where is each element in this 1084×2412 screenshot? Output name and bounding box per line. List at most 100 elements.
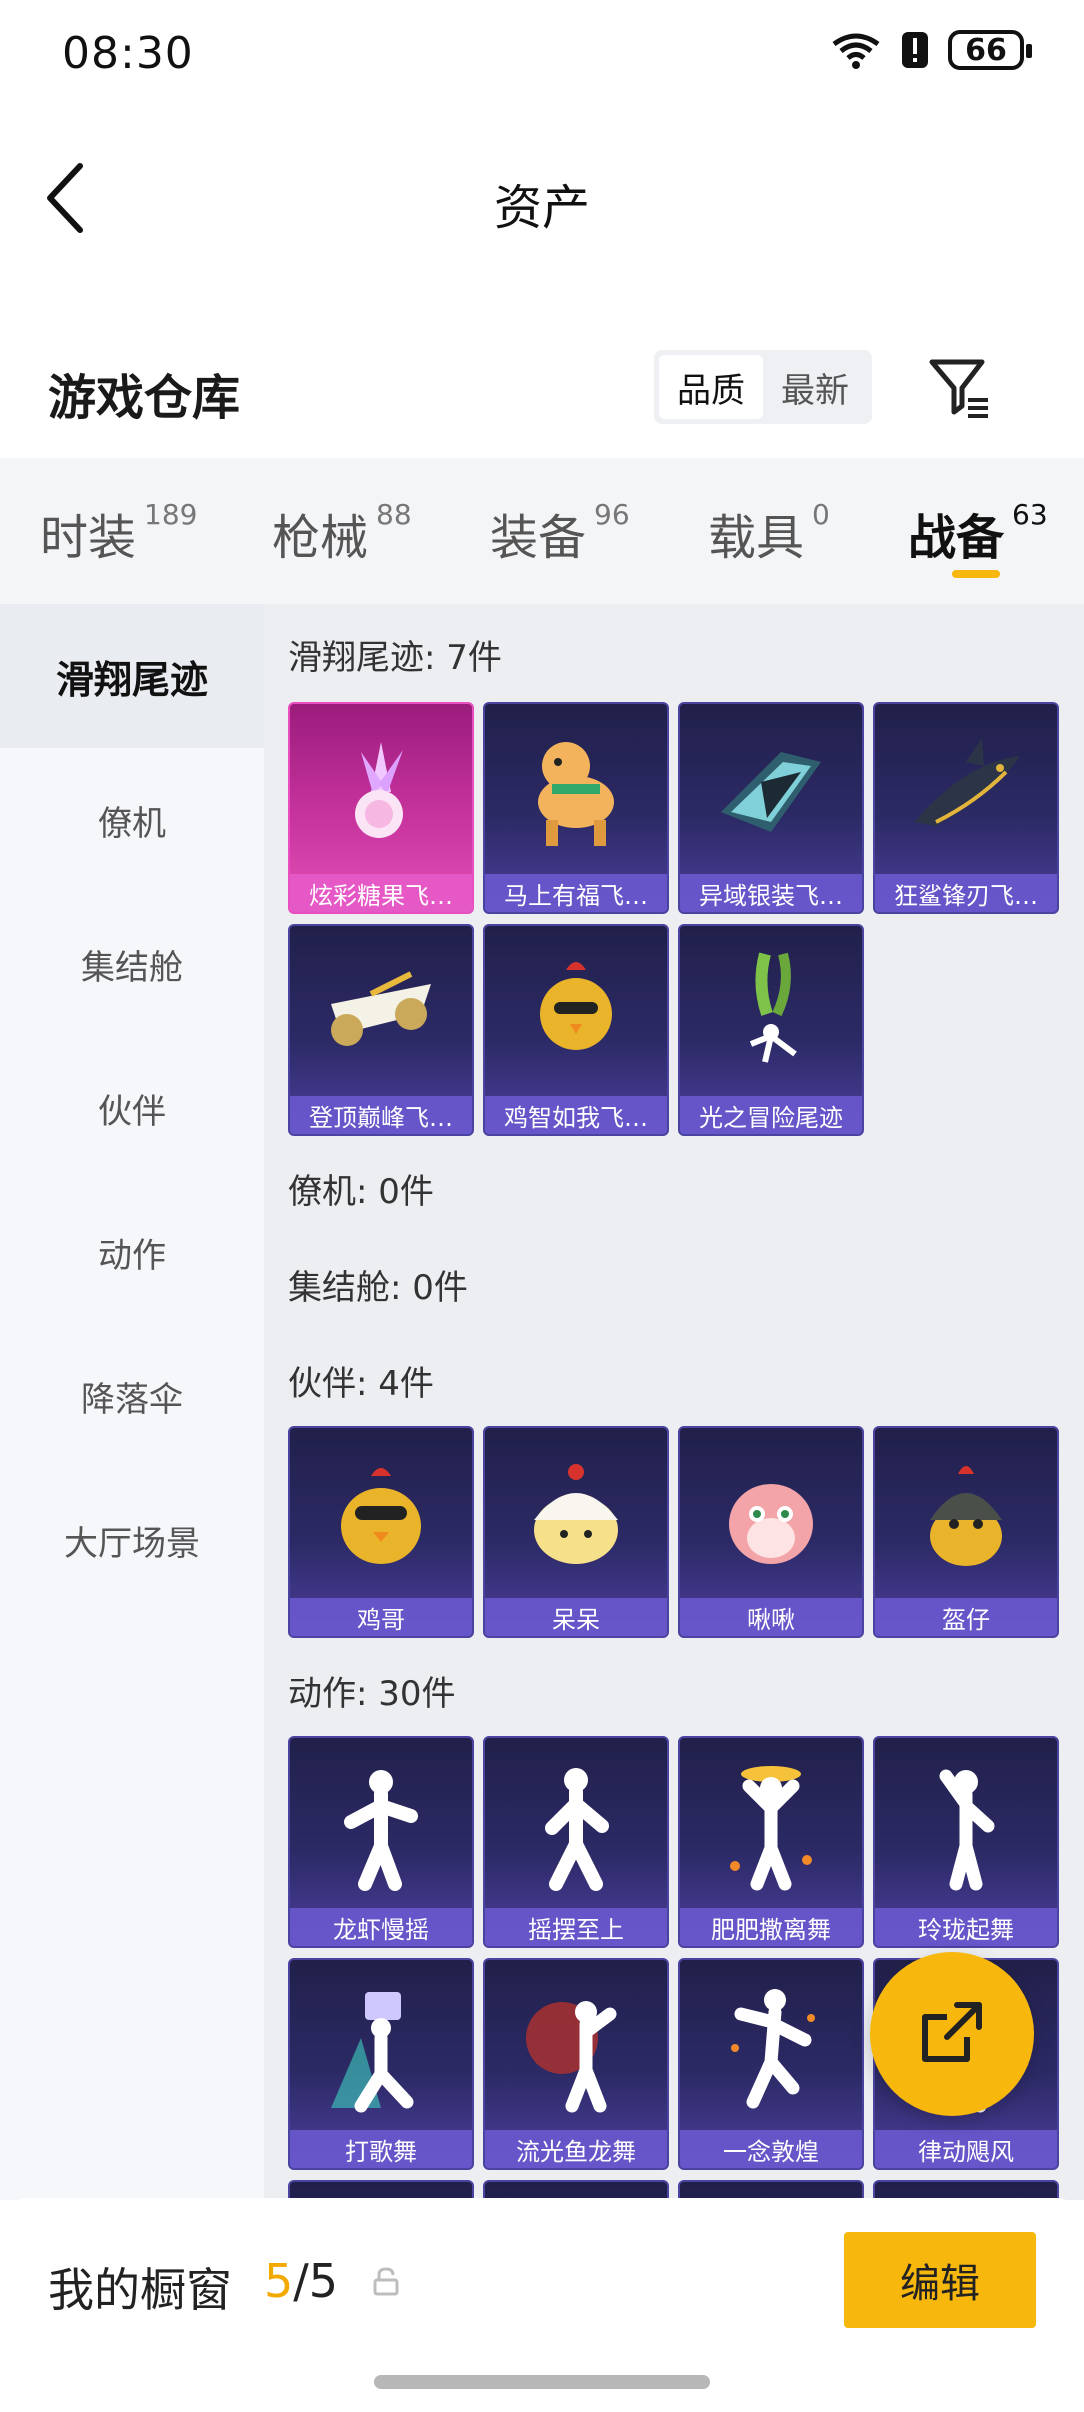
item-card[interactable] xyxy=(873,2180,1059,2200)
item-card[interactable]: 摇摆至上 xyxy=(483,1736,669,1948)
item-card[interactable]: 炫彩糖果飞… xyxy=(288,702,474,914)
section-title-capsule: 集结舱: 0件 xyxy=(288,1268,468,1308)
category-tabs: 时装 189 枪械 88 装备 96 载具 0 战备 63 xyxy=(0,458,1084,604)
tab-count: 63 xyxy=(1012,498,1048,531)
candy-trail-art xyxy=(290,704,472,880)
dancer-figure-art xyxy=(485,1960,667,2136)
item-card[interactable]: 啾啾 xyxy=(678,1426,864,1638)
active-tab-indicator xyxy=(952,570,1000,578)
showcase-used-count: 5 xyxy=(264,2254,294,2308)
sidebar-item-partners[interactable]: 伙伴 xyxy=(0,1036,264,1180)
tab-equipment[interactable]: 装备 96 xyxy=(490,498,630,568)
dancer-figure-art xyxy=(290,1738,472,1914)
item-card[interactable]: 马上有福飞… xyxy=(483,702,669,914)
item-label: 鸡智如我飞… xyxy=(485,1096,667,1134)
edit-button[interactable]: 编辑 xyxy=(844,2232,1036,2328)
item-label: 律动飓风 xyxy=(875,2130,1057,2168)
item-label: 盔仔 xyxy=(875,1598,1057,1636)
item-label: 肥肥撒离舞 xyxy=(680,1908,862,1946)
sidebar-item-emotes[interactable]: 动作 xyxy=(0,1180,264,1324)
item-card[interactable]: 流光鱼龙舞 xyxy=(483,1958,669,2170)
light-adventure-trail-art xyxy=(680,926,862,1102)
section-title-partners: 伙伴: 4件 xyxy=(288,1364,434,1404)
sidebar-item-lobby-scene[interactable]: 大厅场景 xyxy=(0,1468,264,1612)
item-label: 炫彩糖果飞… xyxy=(290,874,472,912)
chicken-trail-art xyxy=(485,926,667,1102)
item-label: 打歌舞 xyxy=(290,2130,472,2168)
section-title-wingman: 僚机: 0件 xyxy=(288,1172,434,1212)
item-card[interactable] xyxy=(678,2180,864,2200)
showcase-label: 我的橱窗 xyxy=(48,2263,232,2317)
item-label: 异域银装飞… xyxy=(680,874,862,912)
sidebar-item-parachute[interactable]: 降落伞 xyxy=(0,1324,264,1468)
warehouse-row: 游戏仓库 品质 最新 xyxy=(0,330,1084,450)
item-label: 马上有福飞… xyxy=(485,874,667,912)
sort-quality-option[interactable]: 品质 xyxy=(659,355,763,419)
summit-trail-art xyxy=(290,926,472,1102)
showcase-total-count: 5 xyxy=(308,2254,339,2308)
item-label: 呆呆 xyxy=(485,1598,667,1636)
tab-battle-prep[interactable]: 战备 63 xyxy=(908,498,1048,568)
sort-newest-option[interactable]: 最新 xyxy=(763,355,867,419)
tab-vehicles[interactable]: 载具 0 xyxy=(708,498,830,568)
item-card[interactable] xyxy=(483,2180,669,2200)
item-card[interactable]: 呆呆 xyxy=(483,1426,669,1638)
item-label: 龙虾慢摇 xyxy=(290,1908,472,1946)
item-label: 流光鱼龙舞 xyxy=(485,2130,667,2168)
item-card[interactable]: 肥肥撒离舞 xyxy=(678,1736,864,1948)
dancer-figure-art xyxy=(680,1960,862,2136)
tab-label: 战备 xyxy=(908,510,1005,566)
share-icon xyxy=(917,1997,987,2071)
item-card[interactable]: 登顶巅峰飞… xyxy=(288,924,474,1136)
jiujiu-partner-art xyxy=(680,1428,862,1604)
tab-count: 0 xyxy=(812,498,830,531)
item-card[interactable]: 狂鲨锋刃飞… xyxy=(873,702,1059,914)
tab-fashion[interactable]: 时装 189 xyxy=(40,498,197,568)
daidai-partner-art xyxy=(485,1428,667,1604)
tab-count: 88 xyxy=(376,498,412,531)
item-card[interactable]: 鸡哥 xyxy=(288,1426,474,1638)
item-card[interactable]: 光之冒险尾迹 xyxy=(678,924,864,1136)
dancer-figure-art xyxy=(875,1738,1057,1914)
chicken-partner-art xyxy=(290,1428,472,1604)
tab-weapons[interactable]: 枪械 88 xyxy=(272,498,412,568)
item-label: 玲珑起舞 xyxy=(875,1908,1057,1946)
status-time: 08:30 xyxy=(62,28,194,79)
tab-label: 载具 xyxy=(708,510,805,566)
item-card[interactable]: 打歌舞 xyxy=(288,1958,474,2170)
item-card[interactable]: 异域银装飞… xyxy=(678,702,864,914)
sort-toggle: 品质 最新 xyxy=(654,350,872,424)
header: 资产 xyxy=(0,110,1084,280)
item-card[interactable]: 龙虾慢摇 xyxy=(288,1736,474,1948)
filter-icon[interactable] xyxy=(926,354,994,422)
page-title: 资产 xyxy=(493,180,590,236)
item-label: 狂鲨锋刃飞… xyxy=(875,874,1057,912)
warehouse-title: 游戏仓库 xyxy=(48,370,241,426)
battery-icon: 66 xyxy=(948,30,1032,70)
section-title-trails: 滑翔尾迹: 7件 xyxy=(288,638,502,678)
item-label: 一念敦煌 xyxy=(680,2130,862,2168)
tab-count: 96 xyxy=(594,498,630,531)
dancer-figure-art xyxy=(485,1738,667,1914)
helmet-chick-partner-art xyxy=(875,1428,1057,1604)
sidebar-item-wingman[interactable]: 僚机 xyxy=(0,748,264,892)
share-button[interactable] xyxy=(870,1952,1034,2116)
silver-trail-art xyxy=(680,704,862,880)
sidebar-item-capsule[interactable]: 集结舱 xyxy=(0,892,264,1036)
tab-label: 装备 xyxy=(490,510,587,566)
horse-trail-art xyxy=(485,704,667,880)
item-label: 啾啾 xyxy=(680,1598,862,1636)
showcase-count: 5/5 xyxy=(264,2254,338,2308)
tab-label: 枪械 xyxy=(272,510,369,566)
sidebar-item-trails[interactable]: 滑翔尾迹 xyxy=(0,604,264,748)
item-card[interactable]: 鸡智如我飞… xyxy=(483,924,669,1136)
item-card[interactable] xyxy=(288,2180,474,2200)
item-card[interactable]: 盔仔 xyxy=(873,1426,1059,1638)
wifi-icon xyxy=(830,30,882,70)
home-indicator[interactable] xyxy=(374,2375,710,2389)
section-title-emotes: 动作: 30件 xyxy=(288,1674,456,1714)
item-card[interactable]: 一念敦煌 xyxy=(678,1958,864,2170)
item-card[interactable]: 玲珑起舞 xyxy=(873,1736,1059,1948)
tab-label: 时装 xyxy=(40,510,137,566)
item-label: 光之冒险尾迹 xyxy=(680,1096,862,1134)
